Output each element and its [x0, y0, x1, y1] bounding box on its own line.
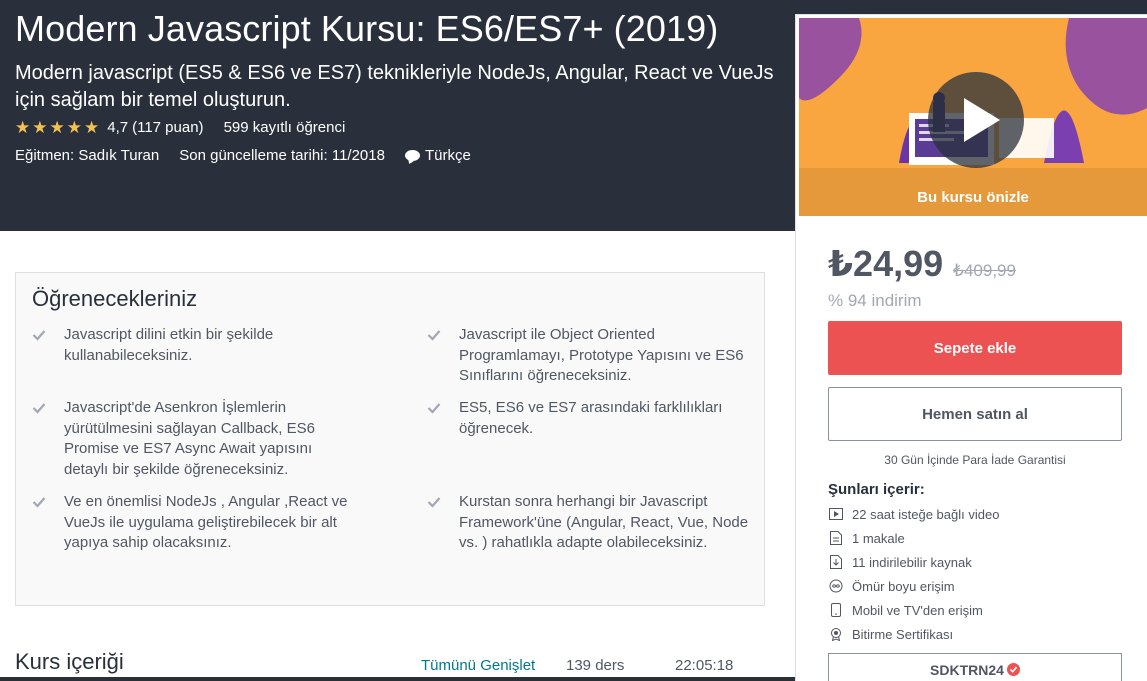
check-icon — [32, 492, 52, 554]
learn-item: Javascript'de Asenkron İşlemlerin yürütü… — [32, 398, 354, 480]
check-circle-icon — [1006, 663, 1020, 676]
speech-bubble-icon — [404, 150, 420, 161]
discount-label: % 94 indirim — [828, 291, 922, 310]
download-icon — [828, 554, 844, 570]
course-preview[interactable]: Bu kursu önizle — [799, 18, 1147, 216]
course-title: Modern Javascript Kursu: ES6/ES7+ (2019) — [15, 8, 719, 49]
check-icon — [427, 492, 447, 554]
language-label: Türkçe — [424, 147, 471, 164]
includes-item: 11 indirilebilir kaynak — [828, 550, 999, 574]
coupon-box[interactable]: SDKTRN24 — [828, 653, 1122, 681]
video-icon — [828, 506, 844, 522]
original-price: ₺409,99 — [953, 261, 1016, 280]
preview-label: Bu kursu önizle — [917, 189, 1029, 206]
last-updated: Son güncelleme tarihi: 11/2018 — [179, 147, 385, 164]
learn-title: Öğrenecekleriniz — [32, 286, 198, 311]
includes-title: Şunları içerir: — [828, 481, 925, 498]
price-row: ₺24,99 ₺409,99 — [828, 243, 1016, 285]
buy-now-button[interactable]: Hemen satın al — [828, 387, 1122, 441]
star-icon: ★ — [15, 118, 31, 137]
star-icon: ★ — [49, 118, 65, 137]
includes-item: 22 saat isteğe bağlı video — [828, 502, 999, 526]
rating-row: ★ ★ ★ ★ ★ 4,7 (117 puan) 599 kayıtlı öğr… — [15, 119, 345, 136]
student-count: 599 kayıtlı öğrenci — [223, 119, 346, 136]
check-icon — [427, 325, 447, 387]
lecture-count: 139 ders — [566, 657, 625, 674]
includes-item: 1 makale — [828, 526, 999, 550]
instructor-link[interactable]: Eğitmen: Sadık Turan — [15, 147, 159, 164]
course-language: Türkçe — [404, 147, 471, 164]
course-subtitle: Modern javascript (ES5 & ES6 ve ES7) tek… — [15, 62, 774, 111]
includes-item: Bitirme Sertifikası — [828, 622, 999, 646]
learn-item: Kurstan sonra herhangi bir Javascript Fr… — [427, 492, 754, 554]
rating-count[interactable]: (117 puan) — [132, 119, 203, 136]
play-icon[interactable] — [926, 70, 1026, 170]
rating-value: 4,7 — [107, 119, 129, 136]
add-to-cart-button[interactable]: Sepete ekle — [828, 321, 1122, 375]
rating-stars: ★ ★ ★ ★ ★ — [15, 119, 99, 136]
money-back-guarantee: 30 Gün İçinde Para İade Garantisi — [884, 453, 1066, 467]
star-icon: ★ — [84, 118, 100, 137]
course-content-title: Kurs içeriği — [15, 649, 124, 674]
learn-item: Javascript dilini etkin bir şekilde kull… — [32, 325, 354, 366]
includes-item: Ömür boyu erişim — [828, 574, 999, 598]
check-icon — [427, 398, 447, 439]
star-icon: ★ — [66, 118, 82, 137]
divider — [0, 677, 795, 681]
what-you-will-learn: Öğrenecekleriniz Javascript dilini etkin… — [15, 272, 765, 606]
star-icon: ★ — [32, 118, 48, 137]
coupon-code: SDKTRN24 — [930, 662, 1004, 678]
mobile-icon — [828, 602, 844, 618]
check-icon — [32, 398, 52, 480]
learn-item: ES5, ES6 ve ES7 arasındaki farklılıkları… — [427, 398, 754, 439]
current-price: ₺24,99 — [828, 243, 944, 284]
article-icon — [828, 530, 844, 546]
includes-list: 22 saat isteğe bağlı video 1 makale 11 i… — [828, 502, 999, 646]
infinity-icon — [828, 578, 844, 594]
total-duration: 22:05:18 — [675, 657, 734, 674]
learn-item: Javascript ile Object Oriented Programla… — [427, 325, 754, 387]
purchase-sidebar: Bu kursu önizle ₺24,99 ₺409,99 % 94 indi… — [795, 14, 1147, 681]
learn-item: Ve en önemlisi NodeJs , Angular ,React v… — [32, 492, 354, 554]
includes-item: Mobil ve TV'den erişim — [828, 598, 999, 622]
certificate-icon — [828, 626, 844, 642]
expand-all-link[interactable]: Tümünü Genişlet — [421, 657, 535, 674]
check-icon — [32, 325, 52, 366]
course-meta: Eğitmen: Sadık Turan Son güncelleme tari… — [15, 147, 471, 164]
